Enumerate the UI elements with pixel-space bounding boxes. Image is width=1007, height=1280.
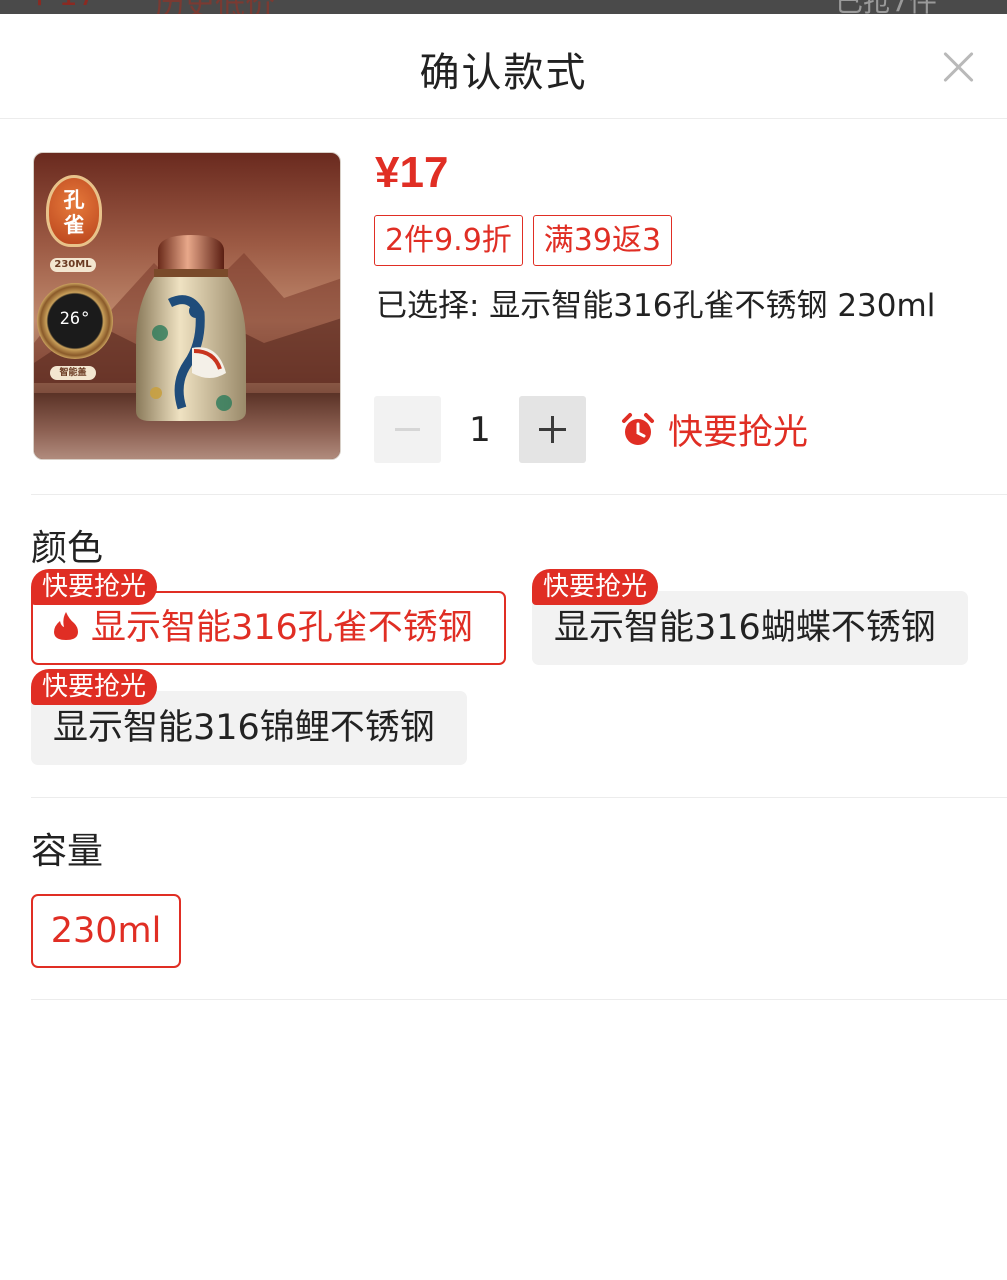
promo-tag: 满39返3 bbox=[532, 215, 673, 266]
divider bbox=[31, 494, 1007, 495]
divider bbox=[31, 797, 1007, 798]
promo-tags: 2件9.9折 满39返3 bbox=[374, 215, 673, 266]
decrease-button[interactable] bbox=[374, 396, 441, 463]
promo-tag: 2件9.9折 bbox=[374, 215, 523, 266]
sku-bottom-sheet: 确认款式 孔雀 230ML 26° 智能盖 ¥17 2件9.9折 满39返3 已… bbox=[0, 14, 1007, 1280]
product-image[interactable]: 孔雀 230ML 26° 智能盖 bbox=[33, 152, 341, 460]
stock-badge: 快要抢光 bbox=[31, 569, 158, 605]
divider bbox=[31, 999, 1007, 1000]
increase-button[interactable] bbox=[519, 396, 586, 463]
product-badge: 孔雀 bbox=[46, 175, 102, 247]
volume-tag: 230ML bbox=[50, 258, 96, 272]
background-price: ¥ 17 bbox=[30, 0, 97, 13]
quantity-stepper: 1 bbox=[374, 396, 586, 463]
stock-badge: 快要抢光 bbox=[532, 569, 659, 605]
color-option-label: 显示智能316孔雀不锈钢 bbox=[91, 608, 473, 648]
smart-lid-display: 26° bbox=[37, 283, 113, 359]
capacity-section-title: 容量 bbox=[31, 831, 104, 872]
close-icon[interactable] bbox=[938, 46, 980, 88]
capacity-option-label: 230ml bbox=[50, 911, 162, 951]
background-sold-count: 已抢7件 bbox=[835, 0, 937, 14]
capacity-option-230ml[interactable]: 230ml bbox=[31, 894, 181, 968]
color-option-label: 显示智能316蝴蝶不锈钢 bbox=[554, 608, 936, 648]
selected-variant-text: 已选择: 显示智能316孔雀不锈钢 230ml bbox=[376, 288, 936, 324]
sheet-title: 确认款式 bbox=[419, 50, 588, 96]
color-option-label: 显示智能316锦鲤不锈钢 bbox=[53, 708, 435, 748]
color-section-title: 颜色 bbox=[31, 528, 104, 569]
fire-icon bbox=[54, 612, 78, 640]
sheet-header: 确认款式 bbox=[0, 14, 1007, 119]
thermos-bottle-image bbox=[136, 235, 246, 421]
product-price: ¥17 bbox=[375, 148, 449, 197]
background-page: ¥ 17 历史低价 已抢7件 bbox=[0, 0, 1007, 14]
stock-warning-text: 快要抢光 bbox=[668, 413, 809, 453]
alarm-clock-icon bbox=[622, 412, 654, 445]
smart-lid-tag: 智能盖 bbox=[50, 366, 96, 380]
background-label: 历史低价 bbox=[155, 0, 275, 14]
stock-warning: 快要抢光 bbox=[620, 404, 808, 455]
temperature-reading: 26° bbox=[59, 309, 91, 329]
quantity-value[interactable]: 1 bbox=[441, 410, 519, 450]
stock-badge: 快要抢光 bbox=[31, 669, 158, 705]
